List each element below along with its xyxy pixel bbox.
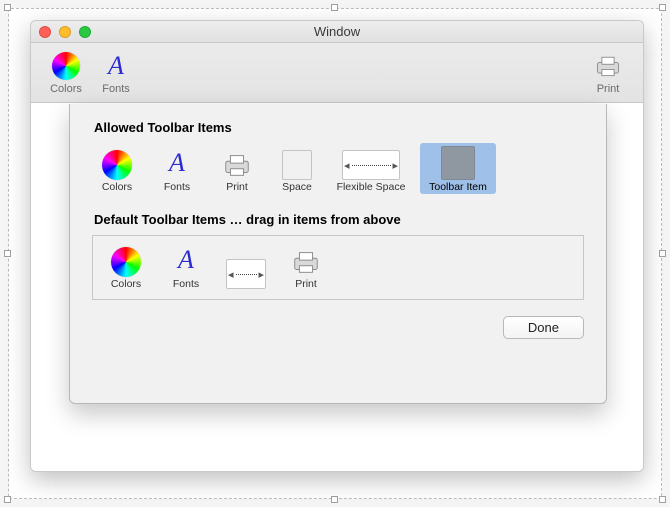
toolbar-item-colors[interactable]: Colors bbox=[41, 45, 91, 101]
app-window: Window Colors A Fonts Print Allowed Tool… bbox=[30, 20, 644, 472]
printer-icon bbox=[594, 52, 622, 80]
default-item-fonts[interactable]: A Fonts bbox=[161, 244, 211, 291]
done-button[interactable]: Done bbox=[503, 316, 584, 339]
resize-handle[interactable] bbox=[331, 4, 338, 11]
default-item-label: Colors bbox=[111, 278, 141, 290]
titlebar[interactable]: Window bbox=[31, 21, 643, 43]
window-title: Window bbox=[31, 24, 643, 39]
close-window-button[interactable] bbox=[39, 26, 51, 38]
allowed-items-header: Allowed Toolbar Items bbox=[94, 120, 584, 135]
default-items-header: Default Toolbar Items … drag in items fr… bbox=[94, 212, 584, 227]
fonts-icon: A bbox=[169, 150, 185, 180]
resize-handle[interactable] bbox=[4, 250, 11, 257]
palette-item-toolbar-item[interactable]: Toolbar Item bbox=[420, 143, 496, 194]
resize-handle[interactable] bbox=[4, 496, 11, 503]
resize-handle[interactable] bbox=[331, 496, 338, 503]
palette-item-fonts[interactable]: A Fonts bbox=[152, 147, 202, 194]
customize-toolbar-sheet: Allowed Toolbar Items Colors A Fonts bbox=[69, 104, 607, 404]
printer-icon bbox=[222, 150, 252, 180]
palette-item-space[interactable]: Space bbox=[272, 147, 322, 194]
resize-handle[interactable] bbox=[4, 4, 11, 11]
default-item-colors[interactable]: Colors bbox=[101, 244, 151, 291]
colors-icon bbox=[102, 150, 132, 180]
fonts-icon: A bbox=[178, 247, 194, 277]
palette-item-label: Flexible Space bbox=[337, 181, 406, 193]
printer-icon bbox=[291, 247, 321, 277]
content-area: Allowed Toolbar Items Colors A Fonts bbox=[31, 104, 643, 471]
main-toolbar: Colors A Fonts Print bbox=[31, 43, 643, 103]
default-items-box[interactable]: Colors A Fonts ◂▸ bbox=[92, 235, 584, 300]
toolbar-item-label: Colors bbox=[50, 83, 82, 95]
colors-icon bbox=[111, 247, 141, 277]
allowed-items-row: Colors A Fonts Print Space bbox=[92, 143, 584, 194]
default-item-label: Print bbox=[295, 278, 317, 290]
minimize-window-button[interactable] bbox=[59, 26, 71, 38]
palette-item-label: Fonts bbox=[164, 181, 190, 193]
colors-icon bbox=[52, 52, 80, 80]
default-item-print[interactable]: Print bbox=[281, 244, 331, 291]
toolbar-item-label: Fonts bbox=[102, 83, 130, 95]
palette-item-flexible-space[interactable]: ◂▸ Flexible Space bbox=[332, 147, 410, 194]
default-item-label: Fonts bbox=[173, 278, 199, 290]
palette-item-label: Print bbox=[226, 181, 248, 193]
palette-item-print[interactable]: Print bbox=[212, 147, 262, 194]
palette-item-label: Space bbox=[282, 181, 312, 193]
zoom-window-button[interactable] bbox=[79, 26, 91, 38]
palette-item-label: Toolbar Item bbox=[429, 181, 487, 193]
flexible-space-icon: ◂▸ bbox=[226, 259, 266, 289]
toolbar-item-print[interactable]: Print bbox=[583, 45, 633, 101]
palette-item-label: Colors bbox=[102, 181, 132, 193]
flexible-space-icon: ◂▸ bbox=[342, 150, 400, 180]
toolbar-item-fonts[interactable]: A Fonts bbox=[91, 45, 141, 101]
toolbar-item-label: Print bbox=[597, 83, 620, 95]
resize-handle[interactable] bbox=[659, 496, 666, 503]
palette-item-colors[interactable]: Colors bbox=[92, 147, 142, 194]
resize-handle[interactable] bbox=[659, 4, 666, 11]
generic-toolbar-item-icon bbox=[441, 146, 475, 180]
fonts-icon: A bbox=[108, 53, 124, 79]
space-icon bbox=[282, 150, 312, 180]
resize-handle[interactable] bbox=[659, 250, 666, 257]
default-item-flexible-space[interactable]: ◂▸ bbox=[221, 256, 271, 291]
